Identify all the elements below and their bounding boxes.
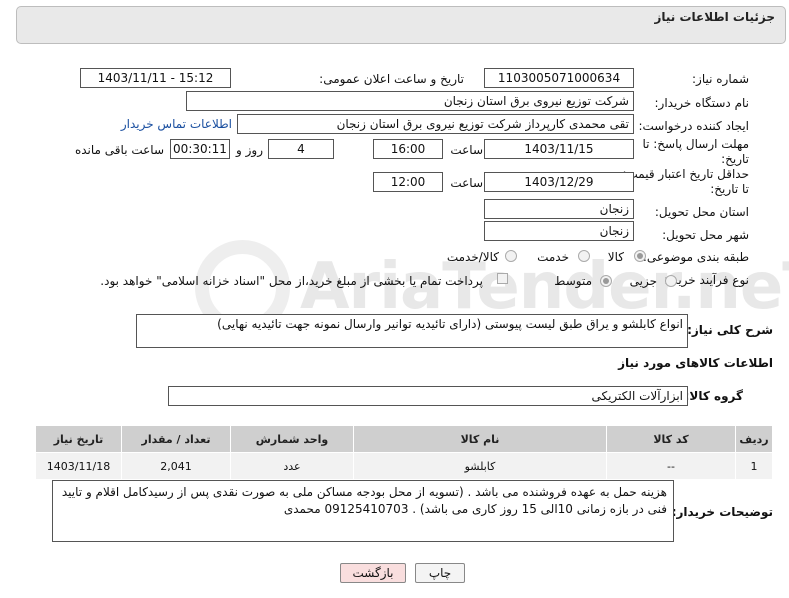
table-row: 1 -- کابلشو عدد 2,041 1403/11/18: [35, 452, 773, 480]
col-header-code: کد کالا: [606, 425, 736, 453]
deadline-time-field: 16:00: [373, 139, 443, 159]
col-header-name: نام کالا: [353, 425, 607, 453]
validity-label: حداقل تاریخ اعتبار قیمت: تا تاریخ:: [622, 167, 749, 196]
category-option-service: خدمت: [537, 250, 569, 264]
process-radio-minor[interactable]: [665, 275, 677, 287]
cell-date: 1403/11/18: [35, 452, 122, 480]
buyer-contact-link[interactable]: اطلاعات تماس خریدار: [121, 117, 232, 131]
col-header-qty: تعداد / مقدار: [121, 425, 231, 453]
city-field: زنجان: [484, 221, 634, 241]
category-option-both: کالا/خدمت: [446, 250, 499, 264]
col-header-date: تاریخ نیاز: [35, 425, 122, 453]
print-button[interactable]: چاپ: [415, 563, 465, 583]
category-radio-service[interactable]: [578, 250, 590, 262]
need-number-label: شماره نیاز:: [692, 72, 749, 86]
cell-row: 1: [735, 452, 773, 480]
process-radio-medium[interactable]: [600, 275, 612, 287]
goods-group-field: ابزارآلات الکتریکی: [168, 386, 688, 406]
summary-label: شرح کلی نیاز:: [687, 323, 773, 337]
category-radio-both[interactable]: [505, 250, 517, 262]
summary-field: انواع کابلشو و یراق طبق لیست پیوستی (دار…: [136, 314, 688, 348]
buyer-org-label: نام دستگاه خریدار:: [654, 96, 750, 110]
col-header-row: ردیف: [735, 425, 773, 453]
province-field: زنجان: [484, 199, 634, 219]
payment-checkbox[interactable]: [497, 273, 508, 284]
province-label: استان محل تحویل:: [654, 205, 749, 219]
days-field: 4: [268, 139, 334, 159]
announce-field: 1403/11/11 - 15:12: [80, 68, 231, 88]
validity-time-label: ساعت: [450, 176, 483, 190]
announce-label: تاریخ و ساعت اعلان عمومی:: [319, 72, 464, 86]
validity-time-field: 12:00: [373, 172, 443, 192]
process-option-minor: جزیی: [629, 274, 657, 288]
days-label: روز و: [236, 143, 263, 157]
notes-label: توضیحات خریدار:: [671, 505, 773, 519]
goods-group-label: گروه کالا:: [684, 389, 743, 403]
remaining-label: ساعت باقی مانده: [74, 143, 164, 157]
category-radio-goods[interactable]: [634, 250, 646, 262]
cell-name: کابلشو: [353, 452, 607, 480]
remaining-time-field: 00:30:11: [170, 139, 230, 159]
process-option-medium: متوسط: [554, 274, 592, 288]
deadline-time-label: ساعت: [450, 143, 483, 157]
category-label: طبقه بندی موضوعی:: [642, 250, 749, 264]
notes-field: هزینه حمل به عهده فروشنده می باشد . (تسو…: [52, 480, 674, 542]
col-header-unit: واحد شمارش: [230, 425, 354, 453]
goods-section-title: اطلاعات کالاهای مورد نیاز: [618, 356, 773, 370]
deadline-label: مهلت ارسال پاسخ: تا تاریخ:: [642, 137, 749, 166]
page-title: جزئیات اطلاعات نیاز: [654, 10, 775, 24]
cell-qty: 2,041: [121, 452, 231, 480]
validity-date-field: 1403/12/29: [484, 172, 634, 192]
deadline-date-field: 1403/11/15: [484, 139, 634, 159]
creator-label: ایجاد کننده درخواست:: [638, 119, 749, 133]
back-button[interactable]: بازگشت: [340, 563, 406, 583]
buyer-org-field: شرکت توزیع نیروی برق استان زنجان: [186, 91, 634, 111]
cell-unit: عدد: [230, 452, 354, 480]
category-option-goods: کالا: [607, 250, 624, 264]
payment-note: پرداخت تمام یا بخشی از مبلغ خرید،از محل …: [100, 274, 483, 288]
need-number-field: 1103005071000634: [484, 68, 634, 88]
creator-field: تقی محمدی کارپرداز شرکت توزیع نیروی برق …: [237, 114, 634, 134]
cell-code: --: [606, 452, 736, 480]
city-label: شهر محل تحویل:: [662, 228, 749, 242]
goods-table: ردیف کد کالا نام کالا واحد شمارش تعداد /…: [35, 425, 773, 480]
